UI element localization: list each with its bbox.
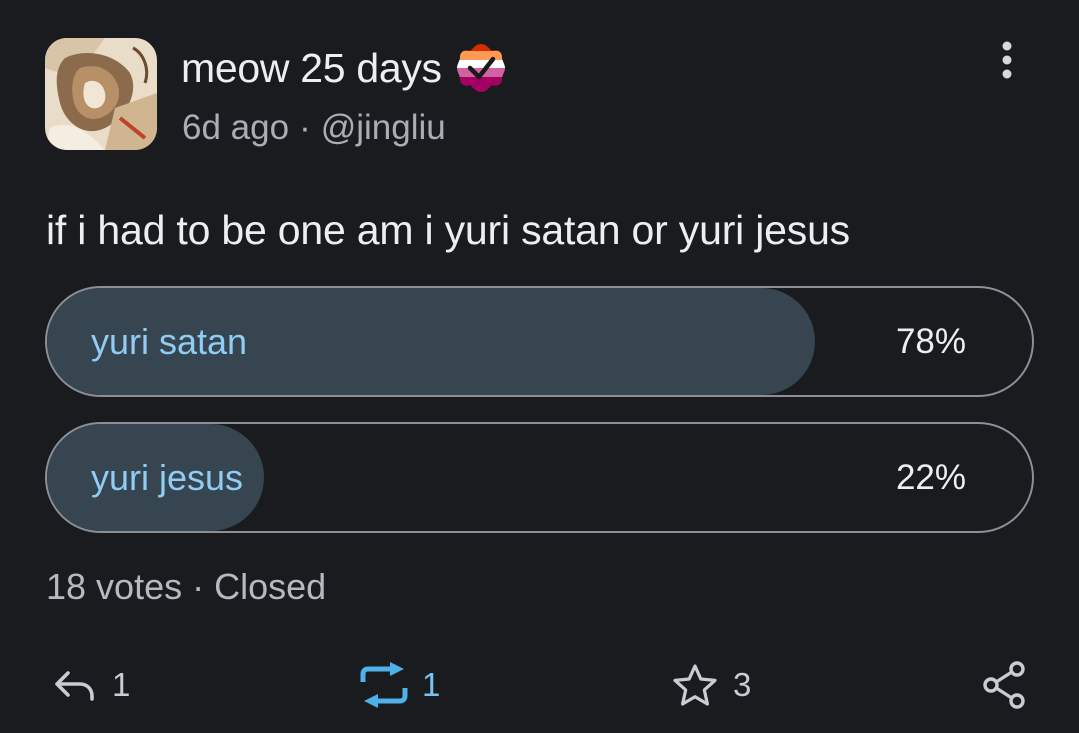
poll-option[interactable]: yuri satan 78% (45, 286, 1034, 397)
poll-votes: 18 votes (46, 566, 183, 607)
boost-button[interactable]: 1 (360, 656, 440, 714)
reply-count: 1 (112, 666, 131, 703)
share-icon (983, 661, 1025, 709)
boost-icon (360, 662, 408, 708)
display-name-row[interactable]: meow 25 days (181, 40, 508, 96)
poll-option[interactable]: yuri jesus 22% (45, 422, 1034, 533)
more-vertical-icon (1002, 41, 1012, 79)
reply-button[interactable]: 1 (52, 656, 130, 714)
reply-icon (55, 671, 94, 701)
poll-status: Closed (214, 566, 327, 607)
favourite-button[interactable]: 3 (671, 656, 751, 714)
poll-footer-separator: · (192, 566, 205, 607)
display-name[interactable]: meow 25 days (181, 45, 442, 92)
poll-option-percent: 22% (895, 457, 966, 497)
share-button[interactable] (982, 656, 1028, 714)
poll-option-label: yuri satan (91, 320, 248, 362)
post-content: if i had to be one am i yuri satan or yu… (46, 207, 850, 253)
poll-footer: 18 votes · Closed (46, 566, 326, 608)
avatar-image (45, 38, 157, 150)
meta-separator: · (299, 108, 311, 147)
time-ago[interactable]: 6d ago (182, 108, 289, 147)
more-options-button[interactable] (990, 40, 1024, 80)
poll-option-label: yuri jesus (91, 456, 244, 498)
lesbian-flag-checkmark-icon (456, 44, 505, 92)
star-icon (673, 664, 717, 706)
avatar[interactable] (45, 38, 157, 150)
handle[interactable]: @jingliu (321, 108, 446, 147)
favourite-count: 3 (733, 666, 752, 703)
post-meta: 6d ago · @jingliu (182, 108, 446, 148)
boost-count: 1 (422, 666, 441, 703)
poll-option-percent: 78% (895, 321, 966, 361)
